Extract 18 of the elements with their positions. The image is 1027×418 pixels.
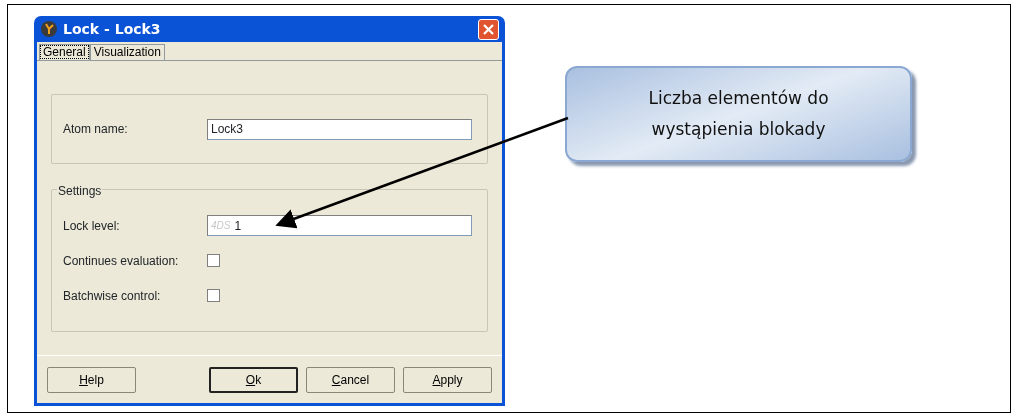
dialog-button[interactable]: Help <box>47 366 136 393</box>
input-field[interactable]: Lock3 <box>207 118 472 140</box>
callout-box: Liczba elementów do wystąpienia blokady <box>565 66 912 162</box>
field-label: Continues evaluation: <box>63 252 180 270</box>
tab[interactable]: General <box>39 44 90 60</box>
dialog-button[interactable]: Cancel <box>306 366 395 393</box>
close-button[interactable] <box>478 18 499 40</box>
tab[interactable]: Visualization <box>89 44 165 60</box>
dialog-button[interactable]: Ok <box>209 366 298 393</box>
dialog-button[interactable]: Apply <box>403 366 492 393</box>
checkbox[interactable] <box>207 289 220 302</box>
app-icon <box>40 20 58 38</box>
field-label: Atom name: <box>63 121 129 138</box>
window-title: Lock - Lock3 <box>63 19 161 39</box>
checkbox[interactable] <box>207 254 220 267</box>
close-icon <box>483 23 494 35</box>
field-label: Lock level: <box>63 217 121 235</box>
field-label: Batchwise control: <box>63 287 162 305</box>
